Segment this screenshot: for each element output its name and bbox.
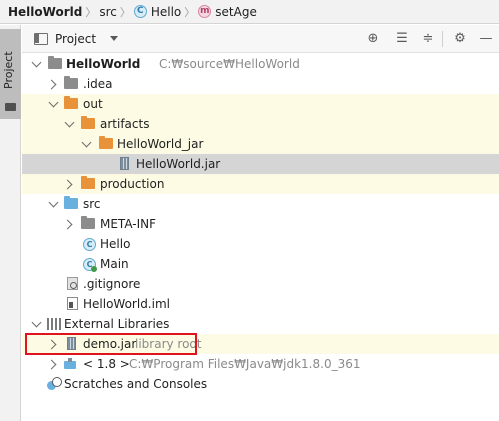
tree-item-production[interactable]: production — [22, 174, 499, 194]
module-file-icon — [67, 297, 78, 310]
libraries-icon — [47, 318, 61, 330]
module-folder-icon — [48, 56, 62, 69]
class-icon: C — [83, 238, 96, 251]
breadcrumb-separator-icon: 〉 — [119, 5, 131, 19]
tree-item-label: META-INF — [100, 217, 157, 231]
breadcrumb-separator-icon: 〉 — [85, 5, 97, 19]
tree-item-label: production — [100, 177, 165, 191]
excluded-folder-icon — [64, 96, 78, 109]
jdk-icon — [64, 358, 78, 370]
breadcrumb-method[interactable]: m setAge — [198, 5, 257, 19]
chevron-down-icon[interactable] — [110, 36, 119, 41]
tree-item-path: C:₩source₩HelloWorld — [159, 57, 300, 71]
tree-item-label: Scratches and Consoles — [64, 377, 208, 391]
class-icon: C — [133, 5, 147, 18]
tree-item-label: HelloWorld — [66, 57, 141, 71]
tree-item-hello[interactable]: C Hello — [22, 234, 499, 254]
project-view-selector[interactable]: Project — [55, 32, 96, 46]
tree-item-label: .idea — [83, 77, 113, 91]
breadcrumb: HelloWorld 〉 src 〉 C Hello 〉 m setAge — [0, 0, 499, 24]
chevron-down-icon[interactable] — [31, 59, 41, 69]
run-badge-icon — [91, 266, 97, 272]
project-panel-header: Project ⊕ ☰ ≑ ⚙ — — [22, 25, 499, 53]
minimize-icon[interactable]: — — [478, 31, 494, 47]
tool-window-stripe: Project — [0, 25, 21, 421]
project-tool-tab[interactable]: Project — [0, 29, 21, 119]
tree-item-label: .gitignore — [83, 277, 141, 291]
toolbar-divider — [442, 31, 443, 47]
jar-icon — [120, 157, 129, 170]
tree-item-meta-inf[interactable]: META-INF — [22, 214, 499, 234]
highlight-callout-box — [25, 333, 197, 355]
folder-icon — [64, 76, 78, 89]
chevron-down-icon[interactable] — [48, 199, 58, 209]
breadcrumb-src[interactable]: src — [99, 5, 117, 19]
tree-item-label: artifacts — [100, 117, 150, 131]
tree-item-main[interactable]: C Main — [22, 254, 499, 274]
tree-item-label: out — [83, 97, 103, 111]
chevron-down-icon[interactable] — [48, 99, 58, 109]
excluded-folder-icon — [81, 116, 95, 129]
excluded-folder-icon — [99, 136, 113, 149]
excluded-folder-icon — [81, 176, 95, 189]
tree-item-helloworld-jar-folder[interactable]: HelloWorld_jar — [22, 134, 499, 154]
tree-item-src[interactable]: src — [22, 194, 499, 214]
ignore-file-icon — [67, 277, 78, 290]
project-tool-tab-label: Project — [2, 51, 15, 89]
tree-item-scratches[interactable]: Scratches and Consoles — [22, 374, 499, 394]
tree-item-iml[interactable]: HelloWorld.iml — [22, 294, 499, 314]
tree-item-label: Hello — [100, 237, 131, 251]
tree-item-path: C:₩Program Files₩Java₩jdk1.8.0_361 — [129, 357, 361, 371]
scratches-icon — [47, 377, 62, 390]
collapse-all-icon[interactable]: ≑ — [420, 31, 436, 47]
tree-item-artifacts[interactable]: artifacts — [22, 114, 499, 134]
runnable-class-icon: C — [83, 258, 97, 272]
breadcrumb-class-label: Hello — [150, 4, 182, 19]
tree-item-label: < 1.8 > — [83, 357, 130, 371]
locate-icon[interactable]: ⊕ — [365, 31, 381, 47]
folder-icon — [81, 216, 95, 229]
tree-item-jdk[interactable]: < 1.8 > C:₩Program Files₩Java₩jdk1.8.0_3… — [22, 354, 499, 374]
breadcrumb-method-label: setAge — [215, 4, 257, 19]
source-folder-icon — [64, 196, 78, 209]
chevron-right-icon[interactable] — [48, 79, 58, 89]
tree-item-label: HelloWorld.iml — [83, 297, 170, 311]
expand-all-icon[interactable]: ☰ — [394, 31, 410, 47]
tree-item-idea[interactable]: .idea — [22, 74, 499, 94]
tree-item-label: External Libraries — [64, 317, 170, 331]
method-icon: m — [198, 5, 212, 18]
tree-item-label: Main — [100, 257, 129, 271]
folder-icon — [5, 103, 16, 111]
gear-icon[interactable]: ⚙ — [452, 31, 468, 47]
tree-item-external-libraries[interactable]: External Libraries — [22, 314, 499, 334]
breadcrumb-class[interactable]: C Hello — [133, 4, 182, 19]
project-view-icon — [34, 32, 48, 45]
tree-item-gitignore[interactable]: .gitignore — [22, 274, 499, 294]
tree-item-label: HelloWorld_jar — [117, 137, 204, 151]
breadcrumb-separator-icon: 〉 — [184, 5, 196, 19]
chevron-right-icon[interactable] — [64, 179, 74, 189]
chevron-down-icon[interactable] — [64, 119, 74, 129]
tree-item-helloworld-jar[interactable]: HelloWorld.jar — [22, 154, 499, 174]
chevron-down-icon[interactable] — [81, 139, 91, 149]
chevron-down-icon[interactable] — [31, 319, 41, 329]
tree-item-label: HelloWorld.jar — [136, 157, 221, 171]
breadcrumb-project[interactable]: HelloWorld — [8, 5, 82, 19]
tree-item-label: src — [83, 197, 101, 211]
chevron-right-icon[interactable] — [64, 219, 74, 229]
chevron-right-icon[interactable] — [48, 359, 58, 369]
tree-item-helloworld[interactable]: HelloWorld C:₩source₩HelloWorld — [22, 54, 499, 74]
tree-item-out[interactable]: out — [22, 94, 499, 114]
